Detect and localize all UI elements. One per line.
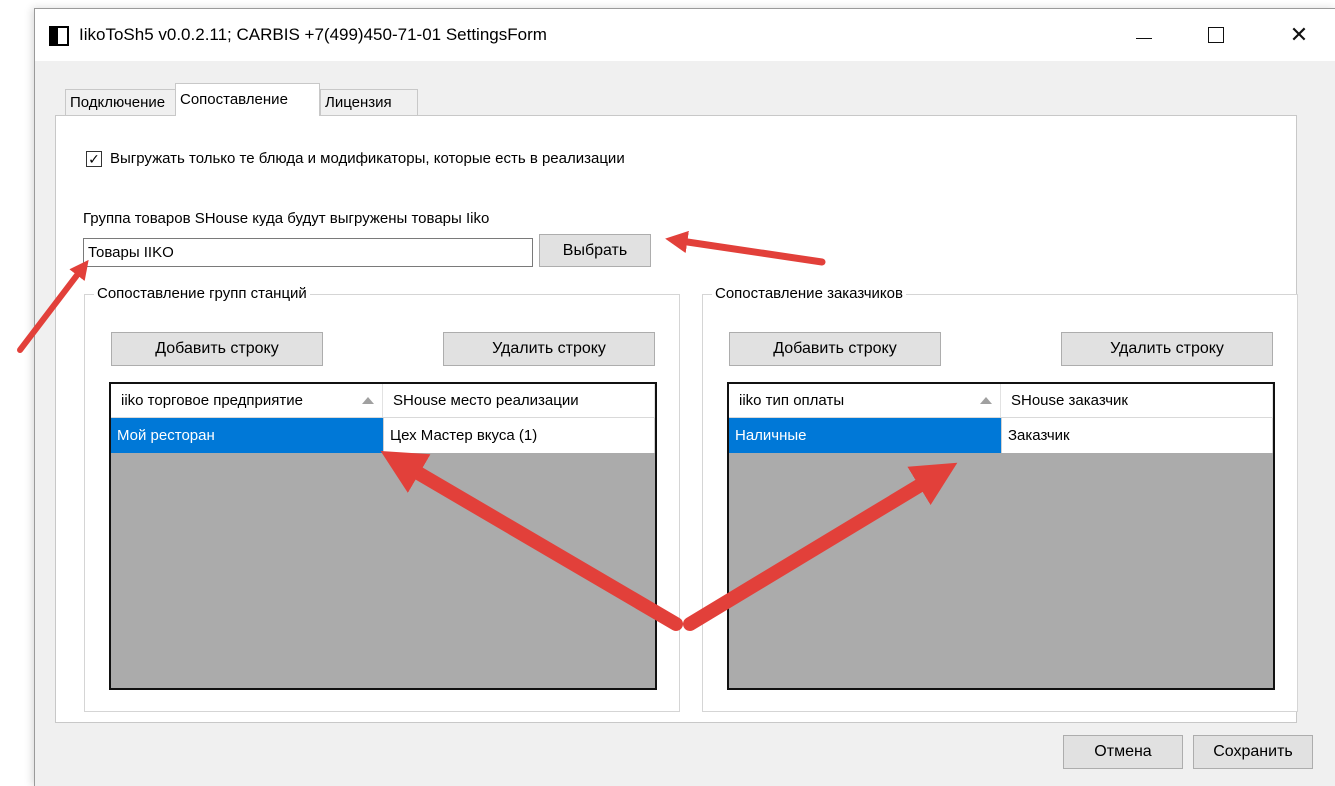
table-cell[interactable]: Наличные [729,418,1001,453]
export-only-sold-checkbox[interactable]: ✓ [86,150,102,167]
column-header-label: SHouse место реализации [393,392,579,409]
export-only-sold-label: Выгружать только те блюда и модификаторы… [110,150,625,167]
column-header-label: iiko торговое предприятие [121,392,303,409]
check-icon: ✓ [88,150,100,167]
mapping-tab-panel: ✓ Выгружать только те блюда и модификато… [55,115,1298,723]
choose-button[interactable]: Выбрать [539,234,651,267]
table-cell[interactable]: Заказчик [1001,418,1273,453]
column-header-label: SHouse заказчик [1011,392,1128,409]
window-title: IikoToSh5 v0.0.2.11; CARBIS +7(499)450-7… [79,25,547,44]
customers-delete-row-button[interactable]: Удалить строку [1061,332,1273,366]
sort-ascending-icon [362,397,374,404]
close-icon: ✕ [1289,22,1309,47]
table-cell[interactable]: Мой ресторан [111,418,383,453]
column-header-label: iiko тип оплаты [739,392,845,409]
export-only-sold-row[interactable]: ✓ Выгружать только те блюда и модификато… [86,150,625,167]
stations-col-header-2[interactable]: SHouse место реализации [383,384,655,417]
stations-delete-row-button[interactable]: Удалить строку [443,332,655,366]
close-button[interactable]: ✕ [1270,9,1328,61]
customers-col-header-1[interactable]: iiko тип оплаты [729,384,1001,417]
table-cell[interactable]: Цех Мастер вкуса (1) [383,418,655,453]
stations-add-row-button[interactable]: Добавить строку [111,332,323,366]
tab-mapping[interactable]: Сопоставление [175,83,320,116]
product-group-label: Группа товаров SHouse куда будут выгруже… [83,210,490,227]
sort-ascending-icon [980,397,992,404]
customers-grid-header: iiko тип оплаты SHouse заказчик [729,384,1273,418]
customers-groupbox: Сопоставление заказчиков Добавить строку… [702,285,1298,712]
stations-grid-header: iiko торговое предприятие SHouse место р… [111,384,655,418]
product-group-input[interactable] [83,238,533,267]
cancel-button[interactable]: Отмена [1063,735,1183,769]
stations-grid[interactable]: iiko торговое предприятие SHouse место р… [109,382,657,690]
minimize-icon [1136,37,1152,39]
stations-groupbox: Сопоставление групп станций Добавить стр… [84,285,680,712]
customers-grid[interactable]: iiko тип оплаты SHouse заказчик Наличные… [727,382,1275,690]
tab-license[interactable]: Лицензия [320,89,418,115]
settings-window: IikoToSh5 v0.0.2.11; CARBIS +7(499)450-7… [34,8,1335,786]
tab-connection[interactable]: Подключение [65,89,178,115]
title-bar[interactable]: IikoToSh5 v0.0.2.11; CARBIS +7(499)450-7… [35,9,1335,61]
stations-col-header-1[interactable]: iiko торговое предприятие [111,384,383,417]
customers-add-row-button[interactable]: Добавить строку [729,332,941,366]
customers-group-title: Сопоставление заказчиков [712,285,906,302]
maximize-icon [1208,27,1224,43]
stations-group-title: Сопоставление групп станций [94,285,310,302]
table-row[interactable]: Мой ресторан Цех Мастер вкуса (1) [111,418,655,453]
table-row[interactable]: Наличные Заказчик [729,418,1273,453]
maximize-button[interactable] [1187,9,1245,61]
customers-col-header-2[interactable]: SHouse заказчик [1001,384,1273,417]
minimize-button[interactable] [1115,9,1173,61]
save-button[interactable]: Сохранить [1193,735,1313,769]
app-icon [49,26,69,46]
